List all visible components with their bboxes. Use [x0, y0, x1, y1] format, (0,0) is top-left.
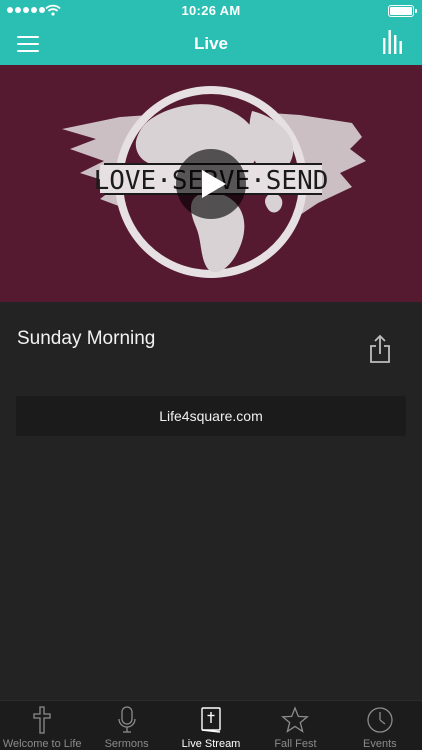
tab-label: Events [363, 738, 397, 750]
tab-label: Live Stream [181, 738, 241, 750]
top-bar: 10:26 AM Live [0, 0, 422, 65]
tab-label: Fall Fest [274, 738, 317, 750]
microphone-icon [117, 706, 136, 733]
page-title: Live [193, 34, 229, 53]
tab-sermons[interactable]: Sermons [84, 701, 168, 750]
clock-icon [367, 707, 393, 733]
bible-icon [201, 707, 221, 733]
cross-icon [33, 706, 51, 734]
tab-fall-fest[interactable]: Fall Fest [253, 701, 337, 750]
tab-live-stream[interactable]: Live Stream [169, 701, 253, 750]
tab-events[interactable]: Events [338, 701, 422, 750]
sermon-artwork: LOVE·SERVE·SEND [62, 86, 366, 278]
status-time: 10:26 AM [181, 3, 241, 18]
tab-bar: Welcome to Life Sermons Live Stream Fall… [0, 700, 422, 750]
website-link-button[interactable]: Life4square.com [16, 396, 406, 436]
sermon-info: Sunday Morning [0, 302, 422, 382]
battery-icon [388, 5, 417, 17]
tab-welcome-to-life[interactable]: Welcome to Life [0, 701, 84, 750]
status-bar: 10:26 AM [0, 0, 422, 22]
tab-label: Welcome to Life [2, 738, 82, 750]
tab-label: Sermons [104, 738, 149, 750]
sermon-title: Sunday Morning [17, 328, 156, 349]
stats-icon[interactable] [382, 30, 404, 54]
video-player[interactable]: LOVE·SERVE·SEND [0, 65, 422, 302]
navigation-bar: Live [0, 22, 422, 65]
star-icon [281, 706, 310, 733]
share-icon[interactable] [368, 334, 392, 364]
